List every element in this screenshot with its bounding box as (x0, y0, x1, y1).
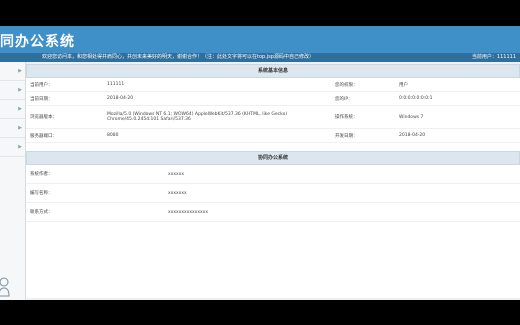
notice-text: 欢迎您访问本，和您相处得并肩同心，共创未来美好的明天，谢谢合作！（注：此处文字将… (42, 54, 314, 60)
row-value: 2018-04-20 (385, 128, 520, 143)
oa-heading: 协同办公系统 (26, 151, 520, 165)
sidebar: ▶ ▶ ▶ ▶ ▶ (0, 62, 26, 300)
row-label: 当前日期： (26, 91, 80, 106)
table-row: 联系方式： xxxxxxxxxxxxxxx (26, 202, 520, 222)
notice-bar: 欢迎您访问本，和您相处得并肩同心，共创未来美好的明天，谢谢合作！（注：此处文字将… (0, 53, 520, 62)
chevron-right-icon: ▶ (18, 106, 22, 112)
oa-table: 系统作者： xxxxxx 编写名称： xxxxxxx 联系方式： xxxxxxx… (26, 165, 520, 222)
row-label: 编写名称： (26, 183, 113, 203)
sysinfo-heading: 系统基本信息 (26, 64, 520, 78)
row-value: 8080 (80, 128, 307, 143)
sidebar-item-1[interactable]: ▶ (0, 62, 25, 81)
chevron-right-icon: ▶ (18, 68, 22, 74)
table-row: 当前用户： 111111 您的权限： 用户 (26, 78, 520, 92)
table-row: 编写名称： xxxxxxx (26, 183, 520, 203)
header-bar: 同办公系统 (0, 26, 520, 53)
row-value: Windows 7 (385, 105, 520, 129)
sidebar-item-5[interactable]: ▶ (0, 138, 25, 157)
chevron-right-icon: ▶ (18, 144, 22, 150)
chevron-right-icon: ▶ (18, 87, 22, 93)
chevron-right-icon: ▶ (18, 125, 22, 131)
row-label: 浏览器版本： (26, 105, 80, 129)
table-row: 系统作者： xxxxxx (26, 165, 520, 184)
row-value: xxxxxx (112, 165, 520, 184)
row-label: 当前用户： (26, 78, 80, 92)
row-label: 您的权限： (307, 78, 385, 92)
sysinfo-table: 当前用户： 111111 您的权限： 用户 当前日期： 2018-04-20 您… (26, 78, 520, 143)
row-value: 2018-04-20 (80, 91, 307, 106)
row-value: xxxxxxxxxxxxxxx (112, 202, 520, 222)
user-icon (0, 277, 10, 297)
table-row: 浏览器版本： Mozilla/5.0 (Windows NT 6.1; WOW6… (26, 105, 520, 129)
sidebar-item-4[interactable]: ▶ (0, 119, 25, 138)
app-title: 同办公系统 (0, 34, 75, 50)
sidebar-item-2[interactable]: ▶ (0, 81, 25, 100)
row-value: xxxxxxx (112, 183, 520, 203)
row-label: 系统作者： (26, 165, 113, 184)
row-label: 开发日期： (307, 128, 385, 143)
row-value: 111111 (80, 78, 307, 92)
row-label: 您的IP： (307, 91, 385, 106)
row-value: 用户 (385, 78, 520, 92)
sidebar-item-3[interactable]: ▶ (0, 100, 25, 119)
app-window: 同办公系统 欢迎您访问本，和您相处得并肩同心，共创未来美好的明天，谢谢合作！（注… (0, 26, 520, 300)
row-value: Mozilla/5.0 (Windows NT 6.1; WOW64) Appl… (80, 105, 307, 129)
row-label: 操作系统： (307, 105, 385, 129)
row-value: 0:0:0:0:0:0:0:1 (385, 91, 520, 106)
table-row: 服务器端口： 8080 开发日期： 2018-04-20 (26, 128, 520, 143)
current-user-link[interactable]: 当前用户：111111 (472, 53, 516, 62)
main-content: 系统基本信息 当前用户： 111111 您的权限： 用户 当前日期： 2018-… (26, 64, 520, 298)
row-label: 联系方式： (26, 202, 113, 222)
table-row: 当前日期： 2018-04-20 您的IP： 0:0:0:0:0:0:0:1 (26, 91, 520, 106)
row-label: 服务器端口： (26, 128, 80, 143)
